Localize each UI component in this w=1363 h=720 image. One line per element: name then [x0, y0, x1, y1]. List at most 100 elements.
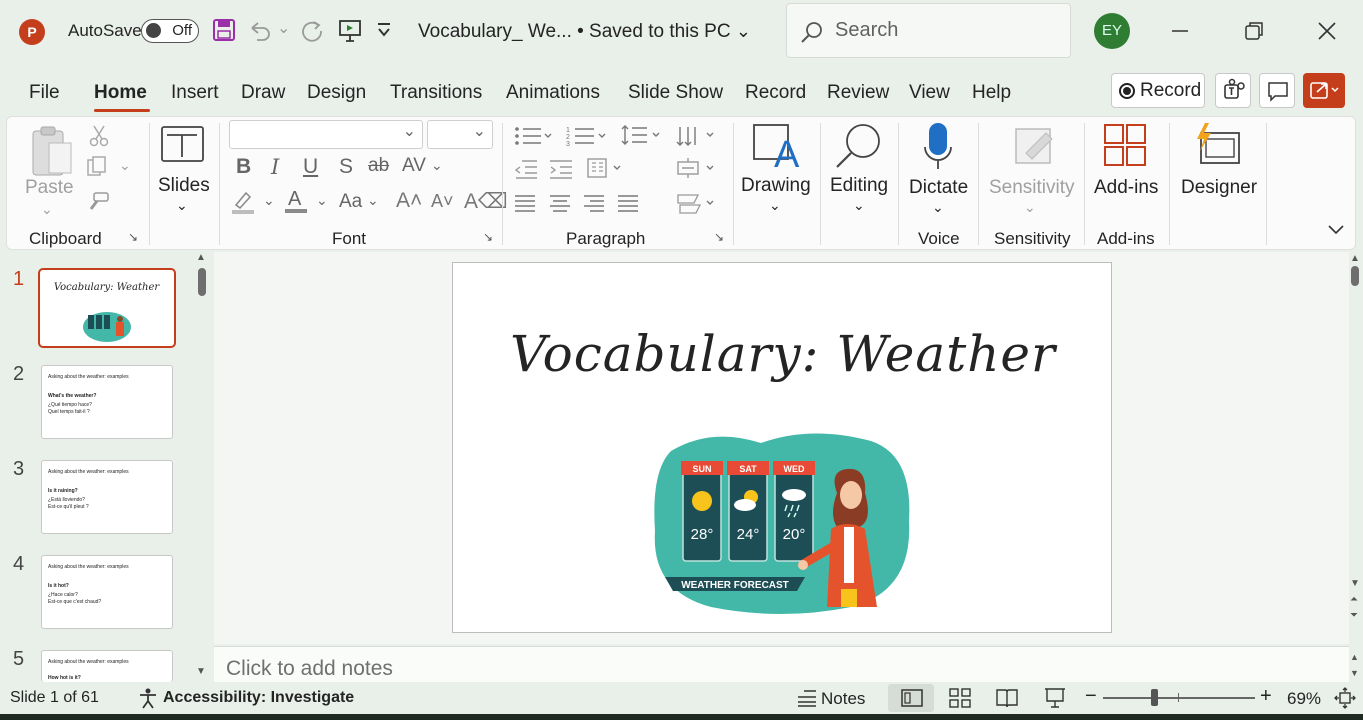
comments-button[interactable]	[1259, 73, 1295, 108]
reading-view-icon[interactable]	[996, 688, 1018, 708]
notes-pane[interactable]: Click to add notes	[214, 646, 1349, 682]
scroll-down-icon[interactable]: ▼	[196, 666, 206, 677]
editing-dropdown-icon[interactable]: ⌄	[853, 197, 865, 214]
accessibility-status[interactable]: Accessibility: Investigate	[163, 689, 354, 707]
font-family-select[interactable]	[229, 120, 423, 149]
font-size-select[interactable]	[427, 120, 493, 149]
tab-slide-show[interactable]: Slide Show	[628, 82, 723, 104]
paragraph-launcher-icon[interactable]: ↘	[714, 230, 724, 244]
slide-counter[interactable]: Slide 1 of 61	[10, 689, 99, 707]
designer-icon[interactable]	[1193, 121, 1243, 169]
addins-label[interactable]: Add-ins	[1094, 177, 1158, 199]
teams-button[interactable]	[1215, 73, 1251, 108]
scroll-up-icon[interactable]: ▲	[1350, 253, 1360, 264]
underline-button[interactable]: U	[303, 155, 318, 179]
record-button[interactable]: Record	[1111, 73, 1205, 108]
font-launcher-icon[interactable]: ↘	[483, 230, 493, 244]
avatar[interactable]: EY	[1094, 13, 1130, 49]
zoom-level[interactable]: 69%	[1287, 689, 1321, 709]
justify-icon[interactable]	[616, 193, 640, 213]
line-spacing-icon[interactable]	[621, 123, 663, 147]
editing-label[interactable]: Editing	[830, 175, 888, 197]
zoom-out-button[interactable]: −	[1085, 685, 1097, 708]
undo-dropdown-icon[interactable]: ⌄	[277, 18, 290, 38]
customize-toolbar-icon[interactable]	[376, 22, 392, 40]
slides-dropdown-icon[interactable]: ⌄	[176, 197, 188, 214]
shadow-button[interactable]: S	[339, 155, 353, 179]
next-slide-icon[interactable]: ⏷	[1350, 610, 1358, 621]
clipboard-launcher-icon[interactable]: ↘	[128, 230, 138, 244]
dictate-dropdown-icon[interactable]: ⌄	[932, 199, 944, 216]
copy-icon[interactable]	[85, 155, 111, 179]
drawing-label[interactable]: Drawing	[741, 175, 811, 197]
tab-file[interactable]: File	[29, 82, 60, 104]
zoom-slider[interactable]	[1103, 697, 1255, 699]
align-center-icon[interactable]	[548, 193, 572, 213]
slide-thumbnail-2[interactable]: Asking about the weather: examples What'…	[41, 365, 173, 439]
font-color-icon[interactable]: A	[283, 187, 309, 215]
slide-thumbnail-3[interactable]: Asking about the weather: examples Is it…	[41, 460, 173, 534]
cut-icon[interactable]	[87, 123, 111, 147]
slide-thumbnail-5[interactable]: Asking about the weather: examples How h…	[41, 650, 173, 682]
paste-dropdown-icon[interactable]: ⌄	[41, 201, 53, 218]
bold-button[interactable]: B	[236, 155, 251, 179]
decrease-indent-icon[interactable]	[513, 159, 539, 179]
undo-icon[interactable]	[248, 20, 272, 42]
zoom-slider-thumb[interactable]	[1151, 689, 1158, 706]
highlighter-icon[interactable]	[230, 189, 256, 215]
tab-insert[interactable]: Insert	[171, 82, 219, 104]
present-from-start-icon[interactable]	[338, 19, 362, 43]
spacing-dropdown-icon[interactable]: ⌄	[431, 157, 443, 174]
highlight-dropdown-icon[interactable]: ⌄	[263, 192, 275, 209]
ribbon-collapse-icon[interactable]	[1327, 223, 1345, 237]
zoom-in-button[interactable]: +	[1260, 685, 1272, 708]
columns-icon[interactable]	[586, 157, 628, 179]
smartart-icon[interactable]	[676, 191, 718, 215]
format-painter-icon[interactable]	[87, 191, 111, 213]
slide-canvas[interactable]: Vocabulary: Weather SUN 28° SAT 24° WED …	[452, 262, 1112, 633]
slide-sorter-icon[interactable]	[949, 688, 971, 708]
accessibility-icon[interactable]	[137, 687, 159, 709]
tab-transitions[interactable]: Transitions	[390, 82, 482, 104]
change-case-dropdown-icon[interactable]: ⌄	[367, 192, 379, 209]
slides-label[interactable]: Slides	[158, 175, 210, 197]
autosave-toggle[interactable]: Off	[141, 19, 199, 43]
designer-label[interactable]: Designer	[1181, 177, 1257, 199]
sensitivity-icon[interactable]	[1012, 123, 1058, 169]
font-color-dropdown-icon[interactable]: ⌄	[316, 192, 328, 209]
close-icon[interactable]	[1314, 18, 1340, 44]
bullets-icon[interactable]	[513, 125, 553, 147]
addins-icon[interactable]	[1103, 123, 1149, 169]
slide-title[interactable]: Vocabulary: Weather	[453, 325, 1113, 383]
align-right-icon[interactable]	[582, 193, 606, 213]
tab-record[interactable]: Record	[745, 82, 806, 104]
drawing-icon[interactable]: A	[752, 121, 800, 171]
increase-font-icon[interactable]: A˄	[396, 189, 422, 213]
weather-forecast-illustration[interactable]: SUN 28° SAT 24° WED 20° WEATHER FORECAST	[651, 431, 915, 617]
microphone-icon[interactable]	[923, 121, 953, 173]
paste-icon[interactable]	[27, 125, 75, 181]
editing-search-icon[interactable]	[833, 121, 883, 169]
decrease-font-icon[interactable]: A˅	[431, 191, 454, 212]
tab-home[interactable]: Home	[94, 82, 147, 104]
thumbnail-scrollbar[interactable]	[198, 268, 206, 296]
share-button[interactable]	[1303, 73, 1345, 108]
notes-icon[interactable]	[796, 689, 818, 707]
strikethrough-button[interactable]: ab	[368, 155, 389, 177]
drawing-dropdown-icon[interactable]: ⌄	[769, 197, 781, 214]
previous-slide-icon[interactable]: ⏶	[1350, 594, 1358, 605]
align-text-icon[interactable]	[676, 157, 718, 179]
restore-icon[interactable]	[1241, 18, 1267, 44]
redo-icon[interactable]	[300, 19, 324, 43]
increase-indent-icon[interactable]	[548, 159, 574, 179]
align-left-icon[interactable]	[513, 193, 537, 213]
tab-help[interactable]: Help	[972, 82, 1011, 104]
notes-toggle[interactable]: Notes	[821, 689, 865, 709]
sensitivity-label[interactable]: Sensitivity	[989, 177, 1075, 199]
tab-design[interactable]: Design	[307, 82, 366, 104]
slideshow-view-icon[interactable]	[1044, 687, 1066, 709]
notes-scroll-up-icon[interactable]: ▲	[1350, 652, 1359, 662]
minimize-icon[interactable]	[1167, 18, 1193, 44]
document-title[interactable]: Vocabulary_ We... • Saved to this PC ⌄	[418, 21, 751, 43]
scroll-up-icon[interactable]: ▲	[196, 252, 206, 263]
